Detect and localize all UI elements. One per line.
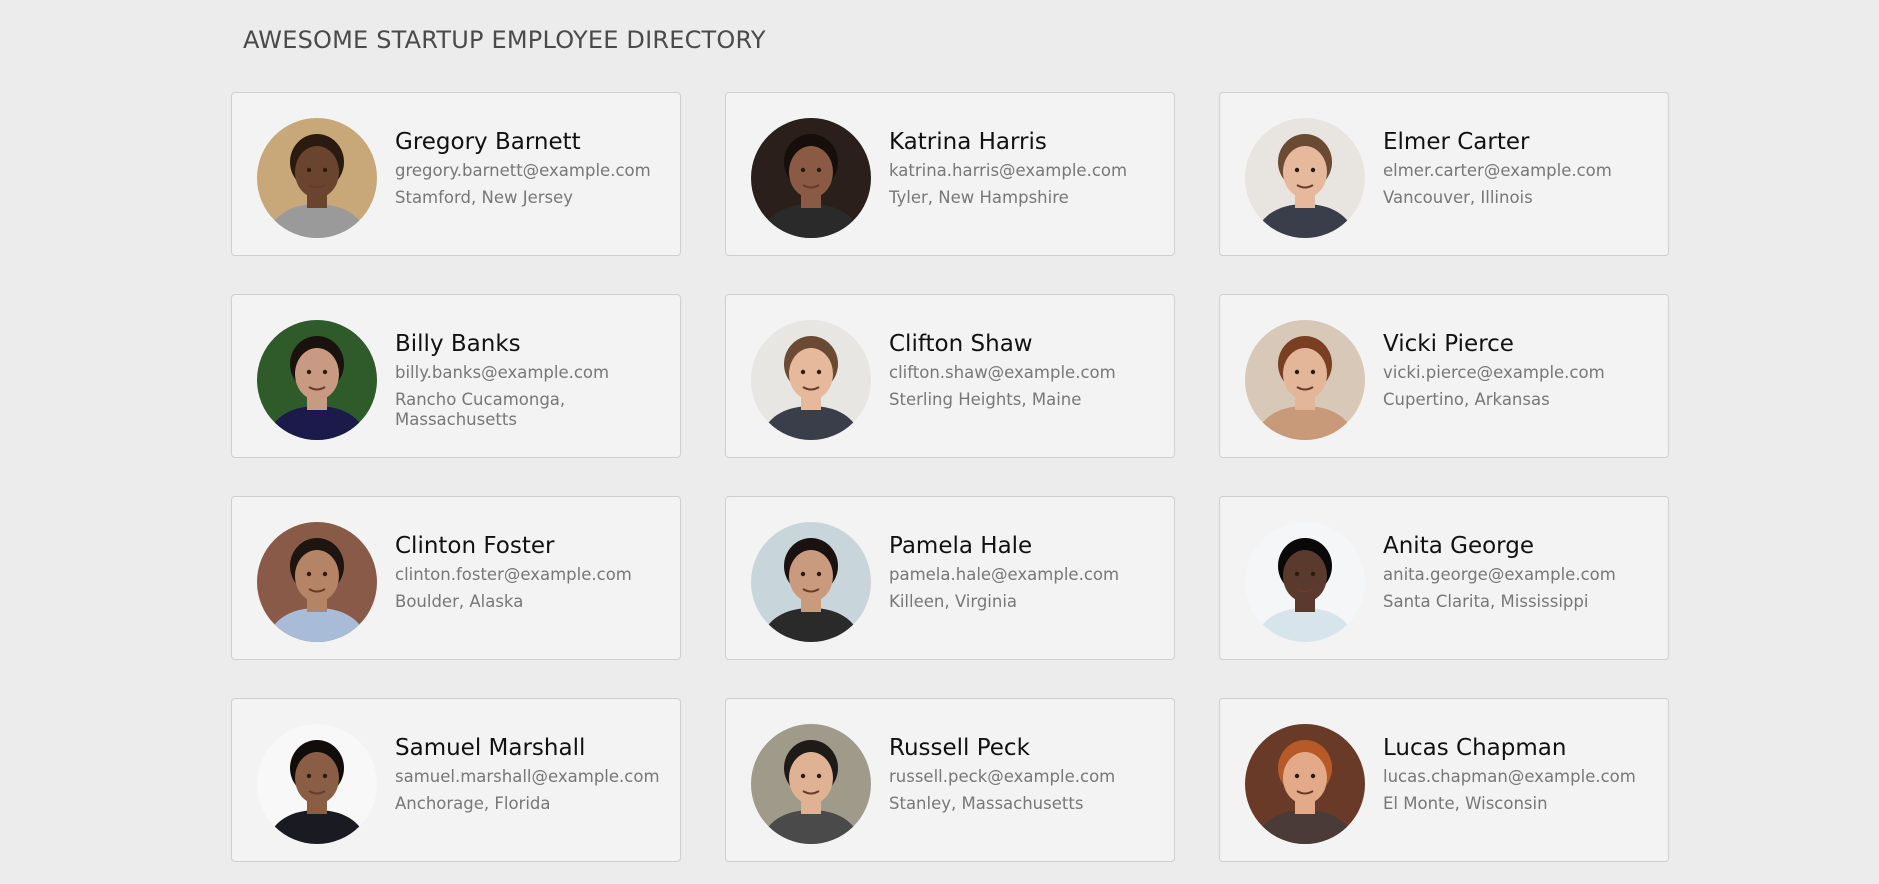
employee-location: Anchorage, Florida — [395, 794, 551, 813]
employee-email: clinton.foster@example.com — [395, 565, 632, 584]
employee-location: Vancouver, Illinois — [1383, 188, 1533, 207]
employee-email: clifton.shaw@example.com — [889, 363, 1116, 382]
person-photo-icon — [751, 522, 871, 642]
employee-email: vicki.pierce@example.com — [1383, 363, 1605, 382]
employee-email: billy.banks@example.com — [395, 363, 610, 382]
person-photo-icon — [1245, 522, 1365, 642]
employee-card[interactable]: Clifton Shaw clifton.shaw@example.com St… — [725, 294, 1175, 458]
employee-email: samuel.marshall@example.com — [395, 767, 660, 786]
employee-info: Clifton Shaw clifton.shaw@example.com St… — [889, 330, 1164, 410]
avatar — [751, 522, 871, 642]
employee-name: Lucas Chapman — [1383, 735, 1567, 761]
employee-grid: Gregory Barnett gregory.barnett@example.… — [231, 92, 1669, 862]
employee-name: Clinton Foster — [395, 533, 555, 559]
employee-location: Rancho Cucamonga, Massachusetts — [395, 390, 566, 429]
avatar — [257, 724, 377, 844]
employee-location: Stamford, New Jersey — [395, 188, 574, 207]
employee-location: Killeen, Virginia — [889, 592, 1018, 611]
person-photo-icon — [751, 724, 871, 844]
person-photo-icon — [1245, 724, 1365, 844]
avatar — [1245, 118, 1365, 238]
employee-info: Katrina Harris katrina.harris@example.co… — [889, 128, 1164, 208]
avatar — [1245, 724, 1365, 844]
employee-name: Katrina Harris — [889, 129, 1047, 155]
employee-location: Stanley, Massachusetts — [889, 794, 1084, 813]
employee-info: Anita George anita.george@example.com Sa… — [1383, 532, 1658, 612]
employee-info: Elmer Carter elmer.carter@example.com Va… — [1383, 128, 1658, 208]
employee-info: Vicki Pierce vicki.pierce@example.com Cu… — [1383, 330, 1658, 410]
employee-card[interactable]: Clinton Foster clinton.foster@example.co… — [231, 496, 681, 660]
employee-card[interactable]: Vicki Pierce vicki.pierce@example.com Cu… — [1219, 294, 1669, 458]
employee-location: Cupertino, Arkansas — [1383, 390, 1550, 409]
person-photo-icon — [257, 522, 377, 642]
employee-name: Russell Peck — [889, 735, 1030, 761]
employee-name: Gregory Barnett — [395, 129, 581, 155]
avatar — [1245, 320, 1365, 440]
employee-info: Billy Banks billy.banks@example.com Ranc… — [395, 330, 670, 430]
avatar — [257, 118, 377, 238]
page-title: AWESOME STARTUP EMPLOYEE DIRECTORY — [243, 26, 766, 54]
person-photo-icon — [257, 118, 377, 238]
person-photo-icon — [257, 320, 377, 440]
employee-name: Vicki Pierce — [1383, 331, 1514, 357]
employee-email: lucas.chapman@example.com — [1383, 767, 1636, 786]
employee-name: Clifton Shaw — [889, 331, 1033, 357]
employee-location: Santa Clarita, Mississippi — [1383, 592, 1589, 611]
person-photo-icon — [1245, 118, 1365, 238]
employee-email: russell.peck@example.com — [889, 767, 1116, 786]
employee-card[interactable]: Gregory Barnett gregory.barnett@example.… — [231, 92, 681, 256]
employee-location: Sterling Heights, Maine — [889, 390, 1082, 409]
avatar — [751, 118, 871, 238]
employee-card[interactable]: Samuel Marshall samuel.marshall@example.… — [231, 698, 681, 862]
employee-location: El Monte, Wisconsin — [1383, 794, 1548, 813]
employee-name: Anita George — [1383, 533, 1534, 559]
employee-card[interactable]: Lucas Chapman lucas.chapman@example.com … — [1219, 698, 1669, 862]
employee-email: katrina.harris@example.com — [889, 161, 1128, 180]
employee-card[interactable]: Russell Peck russell.peck@example.com St… — [725, 698, 1175, 862]
person-photo-icon — [751, 118, 871, 238]
avatar — [751, 320, 871, 440]
employee-name: Pamela Hale — [889, 533, 1033, 559]
employee-name: Elmer Carter — [1383, 129, 1530, 155]
employee-info: Pamela Hale pamela.hale@example.com Kill… — [889, 532, 1164, 612]
employee-card[interactable]: Katrina Harris katrina.harris@example.co… — [725, 92, 1175, 256]
employee-name: Samuel Marshall — [395, 735, 586, 761]
employee-email: gregory.barnett@example.com — [395, 161, 651, 180]
avatar — [1245, 522, 1365, 642]
employee-email: elmer.carter@example.com — [1383, 161, 1612, 180]
employee-name: Billy Banks — [395, 331, 521, 357]
avatar — [751, 724, 871, 844]
employee-email: pamela.hale@example.com — [889, 565, 1120, 584]
person-photo-icon — [257, 724, 377, 844]
person-photo-icon — [1245, 320, 1365, 440]
employee-info: Samuel Marshall samuel.marshall@example.… — [395, 734, 670, 814]
employee-card[interactable]: Pamela Hale pamela.hale@example.com Kill… — [725, 496, 1175, 660]
employee-email: anita.george@example.com — [1383, 565, 1616, 584]
employee-info: Clinton Foster clinton.foster@example.co… — [395, 532, 670, 612]
employee-info: Lucas Chapman lucas.chapman@example.com … — [1383, 734, 1658, 814]
directory-page: AWESOME STARTUP EMPLOYEE DIRECTORY Grego… — [0, 0, 1879, 884]
avatar — [257, 522, 377, 642]
employee-card[interactable]: Anita George anita.george@example.com Sa… — [1219, 496, 1669, 660]
employee-location: Tyler, New Hampshire — [889, 188, 1069, 207]
employee-location: Boulder, Alaska — [395, 592, 524, 611]
avatar — [257, 320, 377, 440]
person-photo-icon — [751, 320, 871, 440]
employee-card[interactable]: Elmer Carter elmer.carter@example.com Va… — [1219, 92, 1669, 256]
employee-info: Russell Peck russell.peck@example.com St… — [889, 734, 1164, 814]
employee-info: Gregory Barnett gregory.barnett@example.… — [395, 128, 670, 208]
employee-card[interactable]: Billy Banks billy.banks@example.com Ranc… — [231, 294, 681, 458]
